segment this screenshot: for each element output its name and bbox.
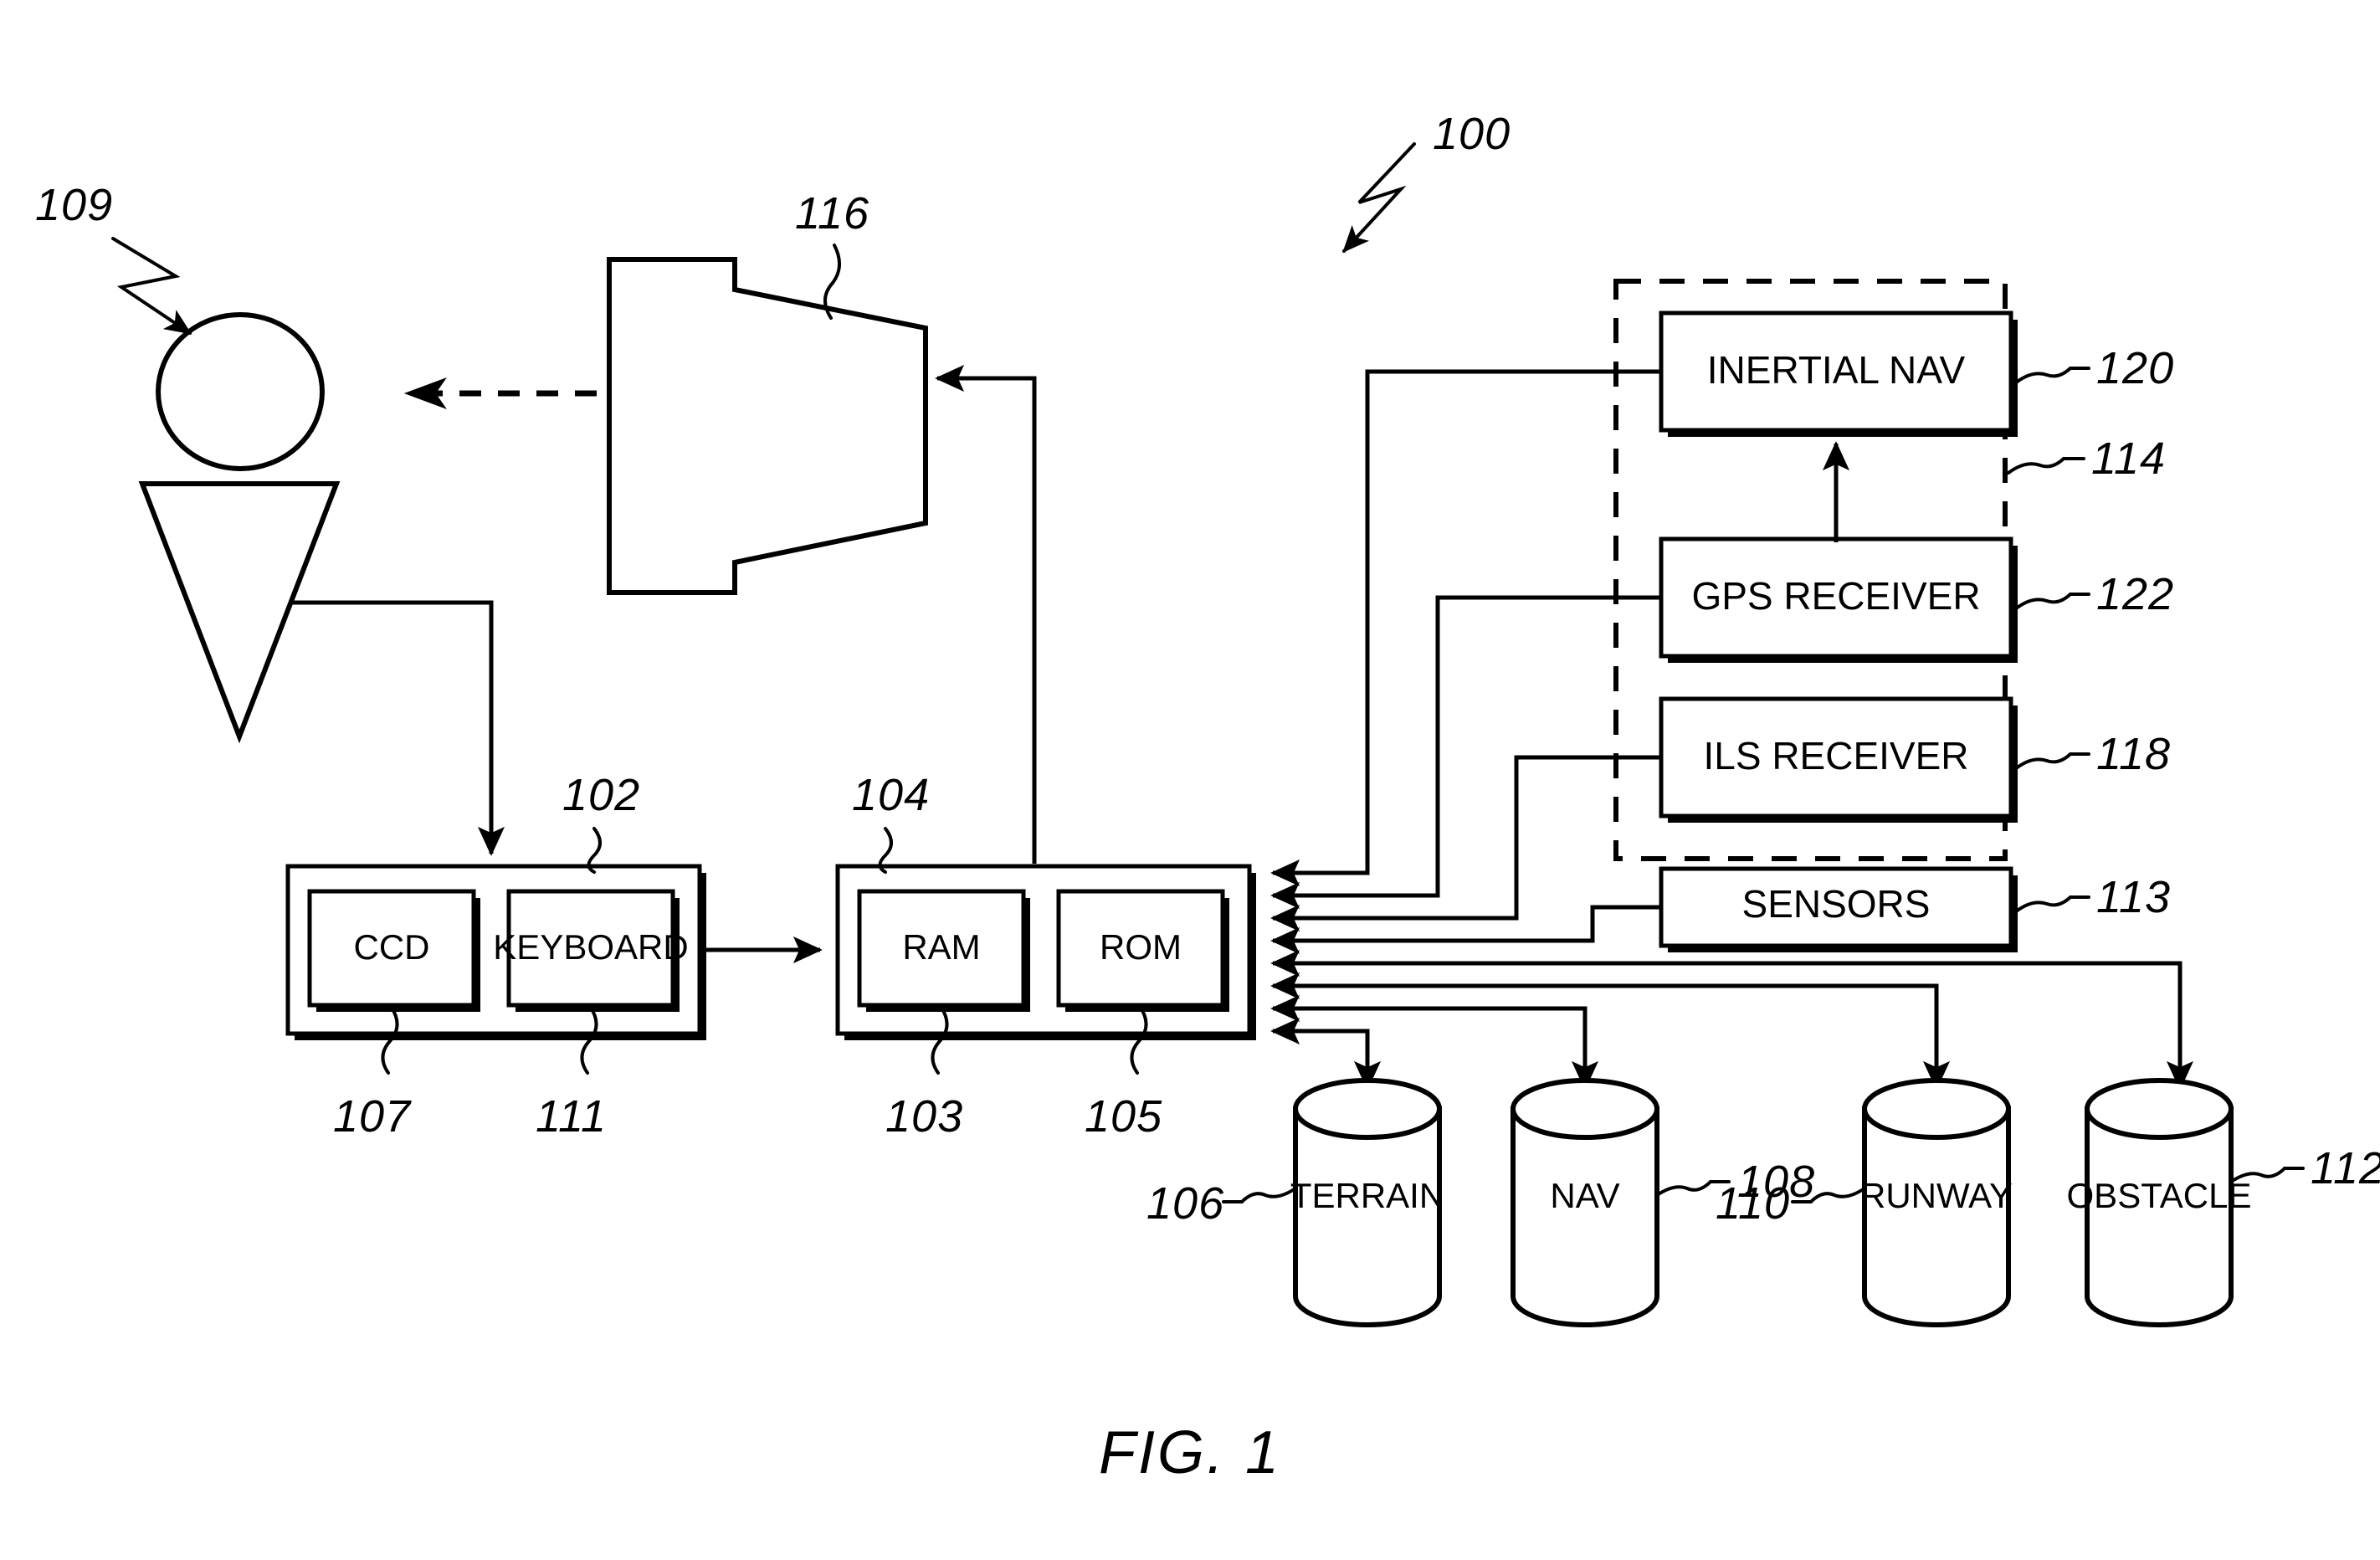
- pilot-ref-leader: [111, 237, 192, 335]
- ram-label: RAM: [902, 927, 980, 967]
- ref-number-113: 113: [2096, 872, 2171, 922]
- display-unit: [607, 257, 928, 595]
- display-to-pilot-dashed-arrow: [403, 377, 597, 410]
- keyboard-label: KEYBOARD: [493, 927, 688, 967]
- ref-number-120: 120: [2096, 343, 2174, 393]
- runway-db-label: RUNWAY: [1860, 1176, 2013, 1215]
- obstacle-db-to-processor-wire: [1270, 949, 2194, 1090]
- pilot-to-input-wire: [291, 600, 505, 856]
- terrain-db-ref-leader: [1222, 1187, 1297, 1203]
- terrain-db-label: TERRAIN: [1290, 1176, 1444, 1215]
- nav-db-label: NAV: [1550, 1176, 1619, 1215]
- ref-number-106: 106: [1146, 1178, 1224, 1229]
- ccd-label: CCD: [354, 927, 430, 967]
- patent-figure-1: 100 109 116 CCD KEYBOARD 102 107 111 RAM…: [0, 0, 2380, 1560]
- diagram-canvas: 100 109 116 CCD KEYBOARD 102 107 111 RAM…: [35, 109, 2380, 1486]
- ref-number-107: 107: [333, 1091, 412, 1142]
- ref-number-105: 105: [1085, 1091, 1162, 1142]
- figure-caption: FIG. 1: [1099, 1419, 1281, 1486]
- obstacle-db-label: OBSTACLE: [2067, 1176, 2252, 1215]
- ref-number-109: 109: [35, 180, 113, 230]
- processor-to-display-wire: [935, 364, 1037, 864]
- sensors-to-processor-wire: [1270, 905, 1661, 955]
- ref-number-110: 110: [1716, 1178, 1790, 1229]
- inertial-nav-label: INERTIAL NAV: [1707, 348, 1966, 392]
- ref-number-102: 102: [562, 770, 640, 820]
- nav-db-to-processor-wire: [1270, 994, 1599, 1090]
- ref-number-112: 112: [2311, 1143, 2380, 1193]
- inertial-nav-ref-leader: [2013, 367, 2090, 385]
- ils-receiver-label: ILS RECEIVER: [1704, 734, 1969, 777]
- gps-receiver-label: GPS RECEIVER: [1691, 574, 1980, 618]
- ref-number-111: 111: [536, 1091, 607, 1142]
- ref-number-103: 103: [885, 1091, 963, 1142]
- ref-number-114: 114: [2091, 434, 2166, 484]
- ils-receiver-ref-leader: [2013, 752, 2090, 771]
- processor-unit-104[interactable]: [835, 864, 1256, 1040]
- ref-number-118: 118: [2096, 729, 2171, 779]
- rom-label: ROM: [1100, 927, 1182, 967]
- sensors-ref-leader: [2013, 895, 2090, 914]
- gps-receiver-ref-leader: [2013, 593, 2090, 611]
- inertial-nav-to-processor-wire: [1270, 369, 1661, 887]
- ref-number-100: 100: [1433, 109, 1511, 159]
- ref-number-104: 104: [852, 770, 930, 820]
- ref-number-122: 122: [2096, 569, 2174, 619]
- gps-to-processor-wire: [1270, 595, 1661, 910]
- ref-number-116: 116: [795, 188, 869, 239]
- runway-db-to-processor-wire: [1270, 972, 1951, 1090]
- system-ref-leader: [1342, 142, 1416, 253]
- sensors-label: SENSORS: [1742, 882, 1931, 926]
- nav-group-ref-leader: [2007, 457, 2085, 475]
- pilot-operator-figure: [138, 312, 341, 744]
